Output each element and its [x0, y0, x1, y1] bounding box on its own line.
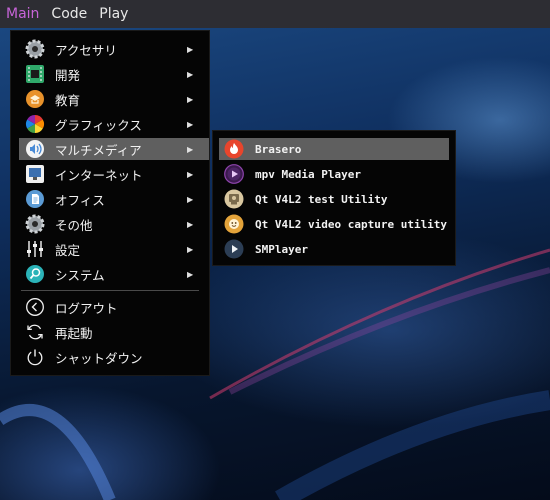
menu-item-settings[interactable]: 設定 ▶	[19, 238, 209, 260]
submenu-arrow-icon: ▶	[187, 244, 194, 254]
webcam-face-icon	[224, 214, 244, 234]
menu-item-label: グラフィックス	[55, 117, 142, 133]
smplayer-icon	[224, 239, 244, 259]
network-icon	[25, 164, 45, 184]
circuit-board-icon	[25, 64, 45, 84]
menu-item-shutdown[interactable]: シャットダウン	[19, 346, 209, 368]
submenu-arrow-icon: ▶	[187, 169, 194, 179]
submenu-item-smplayer[interactable]: SMPlayer	[219, 238, 449, 260]
submenu-arrow-icon: ▶	[187, 194, 194, 204]
menu-item-other[interactable]: その他 ▶	[19, 213, 209, 235]
power-icon	[25, 347, 45, 367]
logout-icon	[25, 297, 45, 317]
submenu-item-mpv[interactable]: mpv Media Player	[219, 163, 449, 185]
menu-item-education[interactable]: 教育 ▶	[19, 88, 209, 110]
menu-item-label: アクセサリ	[55, 42, 117, 58]
menu-item-label: 開発	[55, 67, 81, 83]
topbar-main[interactable]: Main	[0, 0, 45, 28]
submenu-arrow-icon: ▶	[187, 269, 194, 279]
submenu-arrow-icon: ▶	[187, 119, 194, 129]
menu-item-accessories[interactable]: アクセサリ ▶	[19, 38, 209, 60]
submenu-item-qv4l2-capture[interactable]: Qt V4L2 video capture utility	[219, 213, 449, 235]
menu-item-label: その他	[55, 217, 93, 233]
submenu-item-label: Qt V4L2 video capture utility	[255, 217, 448, 231]
document-icon	[25, 189, 45, 209]
submenu-arrow-icon: ▶	[187, 219, 194, 229]
topbar-play[interactable]: Play	[93, 0, 134, 28]
submenu-arrow-icon: ▶	[187, 144, 194, 154]
application-menu: アクセサリ ▶ 開発 ▶ 教育 ▶ グラフィックス ▶ マルチメディア ▶ イン…	[10, 30, 210, 376]
top-panel: Main Code Play	[0, 0, 550, 28]
menu-item-internet[interactable]: インターネット ▶	[19, 163, 209, 185]
menu-item-multimedia[interactable]: マルチメディア ▶	[19, 138, 209, 160]
multimedia-submenu: Brasero mpv Media Player Qt V4L2 test Ut…	[212, 130, 456, 266]
submenu-item-brasero[interactable]: Brasero	[219, 138, 449, 160]
color-wheel-icon	[25, 114, 45, 134]
submenu-item-label: Qt V4L2 test Utility	[255, 192, 388, 206]
menu-item-label: インターネット	[55, 167, 143, 183]
submenu-item-label: mpv Media Player	[255, 167, 361, 181]
menu-item-label: 設定	[55, 242, 81, 258]
menu-item-label: 再起動	[55, 325, 93, 341]
menu-item-development[interactable]: 開発 ▶	[19, 63, 209, 85]
sliders-icon	[25, 239, 45, 259]
gear-icon	[25, 39, 45, 59]
restart-icon	[25, 322, 45, 342]
gear-icon	[25, 214, 45, 234]
menu-item-label: マルチメディア	[55, 142, 142, 158]
menu-item-label: システム	[55, 267, 105, 283]
menu-item-system[interactable]: システム ▶	[19, 263, 209, 285]
submenu-item-label: Brasero	[255, 142, 302, 156]
education-icon	[25, 89, 45, 109]
menu-item-label: ログアウト	[55, 300, 118, 316]
submenu-arrow-icon: ▶	[187, 94, 194, 104]
magnifier-icon	[25, 264, 45, 284]
menu-separator	[21, 290, 199, 291]
menu-item-logout[interactable]: ログアウト	[19, 296, 209, 318]
submenu-arrow-icon: ▶	[187, 69, 194, 79]
mpv-play-icon	[224, 164, 244, 184]
submenu-arrow-icon: ▶	[187, 44, 194, 54]
brasero-flame-icon	[224, 139, 244, 159]
menu-item-label: オフィス	[55, 192, 105, 208]
topbar-code[interactable]: Code	[45, 0, 93, 28]
menu-item-graphics[interactable]: グラフィックス ▶	[19, 113, 209, 135]
submenu-item-qv4l2-test[interactable]: Qt V4L2 test Utility	[219, 188, 449, 210]
menu-item-restart[interactable]: 再起動	[19, 321, 209, 343]
menu-item-label: 教育	[55, 92, 81, 108]
submenu-item-label: SMPlayer	[255, 242, 308, 256]
menu-item-label: シャットダウン	[55, 350, 143, 366]
speaker-icon	[25, 139, 45, 159]
menu-item-office[interactable]: オフィス ▶	[19, 188, 209, 210]
webcam-icon	[224, 189, 244, 209]
